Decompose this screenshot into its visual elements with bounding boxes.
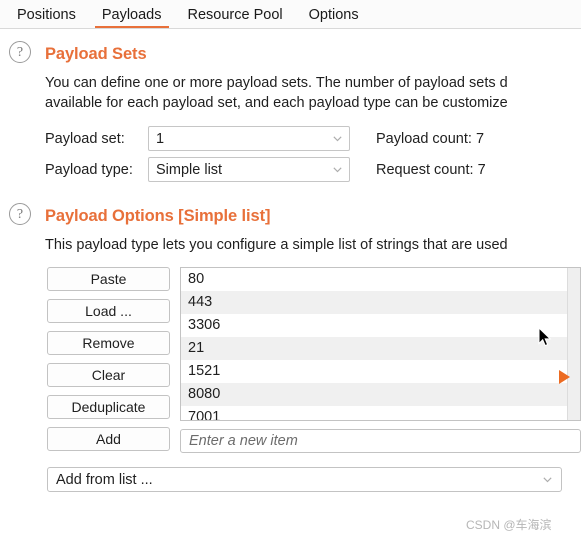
list-item[interactable]: 443 [181,291,567,314]
payload-sets-description-line-2: available for each payload set, and each… [45,95,508,111]
payload-type-value: Simple list [156,161,223,178]
payload-options-body: Paste Load ... Remove Clear Deduplicate … [45,267,581,459]
payload-list-box[interactable]: 80 443 3306 21 1521 8080 7001 [180,267,581,421]
list-item[interactable]: 7001 [181,406,567,420]
payload-options-title: Payload Options [Simple list] [45,206,271,225]
tab-payloads[interactable]: Payloads [89,8,175,28]
payload-list-column: 80 443 3306 21 1521 8080 7001 Enter a ne… [180,267,581,459]
chevron-down-icon [333,167,342,173]
add-from-list-value: Add from list ... [56,471,153,488]
tab-bar: Positions Payloads Resource Pool Options [0,0,581,29]
chevron-down-icon [543,477,552,483]
tab-positions[interactable]: Positions [4,8,89,28]
paste-button[interactable]: Paste [47,267,170,291]
list-item[interactable]: 21 [181,337,567,360]
payload-count-label: Payload count: 7 [376,130,485,147]
add-from-list-select[interactable]: Add from list ... [47,467,562,492]
orange-pointer-arrow-icon [559,370,570,384]
new-item-placeholder: Enter a new item [189,433,298,449]
help-question-mark-icon[interactable]: ? [9,41,31,63]
list-item[interactable]: 80 [181,268,567,291]
new-item-input[interactable]: Enter a new item [180,429,581,453]
clear-button[interactable]: Clear [47,363,170,387]
list-item[interactable]: 3306 [181,314,567,337]
list-item[interactable]: 8080 [181,383,567,406]
payload-type-row: Payload type: Simple list Request count:… [45,154,581,185]
tab-options[interactable]: Options [296,8,372,28]
payload-set-row: Payload set: 1 Payload count: 7 [45,123,581,154]
load-button[interactable]: Load ... [47,299,170,323]
payload-options-panel: ? Payload Options [Simple list] This pay… [0,203,581,492]
payload-sets-header: Payload Sets [45,41,581,67]
add-button[interactable]: Add [47,427,170,451]
payload-sets-form: Payload set: 1 Payload count: 7 Payload … [45,123,581,185]
payload-sets-panel: ? Payload Sets You can define one or mor… [0,41,581,185]
payload-set-value: 1 [156,130,165,147]
deduplicate-button[interactable]: Deduplicate [47,395,170,419]
tab-resource-pool[interactable]: Resource Pool [175,8,296,28]
payload-type-label: Payload type: [45,161,133,178]
list-item[interactable]: 1521 [181,360,567,383]
help-question-mark-icon[interactable]: ? [9,203,31,225]
chevron-down-icon [333,136,342,142]
payload-list-scrollbar[interactable] [567,268,580,420]
payload-sets-description-line-1: You can define one or more payload sets.… [45,75,508,91]
payload-set-select[interactable]: 1 [148,126,350,151]
payload-options-description: This payload type lets you configure a s… [45,237,508,253]
payload-list-rows: 80 443 3306 21 1521 8080 7001 [181,268,567,420]
payload-set-label: Payload set: [45,130,125,147]
payload-type-select[interactable]: Simple list [148,157,350,182]
watermark-text: CSDN @车海滨 [466,518,552,532]
remove-button[interactable]: Remove [47,331,170,355]
page-title: Payload Sets [45,44,147,63]
payload-action-buttons: Paste Load ... Remove Clear Deduplicate … [47,267,170,459]
request-count-label: Request count: 7 [376,161,486,178]
payload-options-header: Payload Options [Simple list] [45,203,581,229]
